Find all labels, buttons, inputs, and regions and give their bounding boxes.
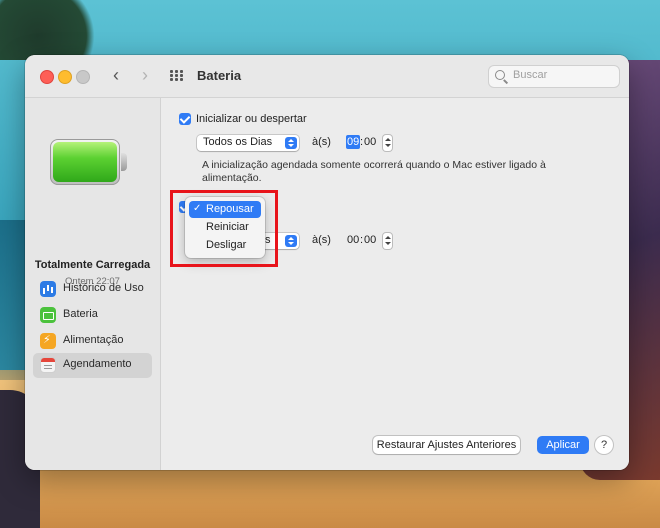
startup-at-label: à(s) [312, 136, 331, 148]
startup-time-stepper[interactable] [383, 135, 392, 151]
battery-full-icon [50, 139, 128, 185]
schedule-pane: Inicializar ou despertar Todos os Dias à… [161, 98, 629, 470]
sidebar-item-usage-history[interactable]: Histórico de Uso [33, 277, 152, 302]
startup-minute[interactable]: 00 [364, 136, 376, 148]
schedule-note: A inicialização agendada somente ocorrer… [202, 159, 546, 184]
startup-day-popup[interactable]: Todos os Dias [197, 135, 299, 151]
sidebar-item-power-adapter[interactable]: Alimentação [33, 329, 152, 354]
second-hour[interactable]: 00 [346, 233, 360, 247]
startup-label: Inicializar ou despertar [196, 113, 307, 125]
sidebar: Totalmente Carregada Ontem 22:07 Históri… [25, 98, 161, 470]
calendar-icon [40, 357, 56, 373]
sidebar-item-label: Histórico de Uso [63, 282, 144, 294]
restore-defaults-button[interactable]: Restaurar Ajustes Anteriores [373, 436, 520, 454]
popup-arrows-icon [285, 235, 297, 247]
title-bar: ‹ › Bateria Buscar [25, 55, 629, 98]
sidebar-item-label: Bateria [63, 308, 98, 320]
search-placeholder: Buscar [513, 69, 548, 81]
sidebar-item-battery[interactable]: Bateria [33, 303, 152, 328]
battery-icon [40, 307, 56, 323]
popup-arrows-icon [285, 137, 297, 149]
startup-hour[interactable]: 09 [346, 135, 361, 149]
back-arrow-icon[interactable]: ‹ [109, 66, 123, 84]
search-field[interactable]: Buscar [488, 65, 620, 88]
second-time-stepper[interactable] [383, 233, 392, 249]
apply-button[interactable]: Aplicar [537, 436, 589, 454]
zoom-button[interactable] [76, 70, 90, 84]
sidebar-item-schedule[interactable]: Agendamento [33, 353, 152, 378]
battery-status: Totalmente Carregada [34, 259, 151, 271]
show-all-grid-icon[interactable] [170, 70, 184, 81]
startup-day-value: Todos os Dias [203, 136, 273, 148]
power-bolt-icon [40, 333, 56, 349]
startup-checkbox[interactable] [179, 113, 191, 125]
sidebar-item-label: Alimentação [63, 334, 124, 346]
second-at-label: à(s) [312, 234, 331, 246]
wallpaper-tree [0, 0, 110, 60]
preferences-window: ‹ › Bateria Buscar Totalmente Carregada … [25, 55, 629, 470]
sidebar-item-label: Agendamento [63, 358, 132, 370]
startup-time-field[interactable]: 09 : 00 [346, 135, 380, 151]
forward-arrow-icon[interactable]: › [138, 66, 152, 84]
help-button[interactable]: ? [595, 436, 613, 454]
close-button[interactable] [40, 70, 54, 84]
chart-icon [40, 281, 56, 297]
second-minute[interactable]: 00 [364, 234, 376, 246]
minimize-button[interactable] [58, 70, 72, 84]
window-title: Bateria [197, 68, 242, 83]
search-icon [495, 70, 505, 80]
second-time-field[interactable]: 00 : 00 [346, 233, 380, 249]
red-highlight-box [170, 190, 278, 267]
